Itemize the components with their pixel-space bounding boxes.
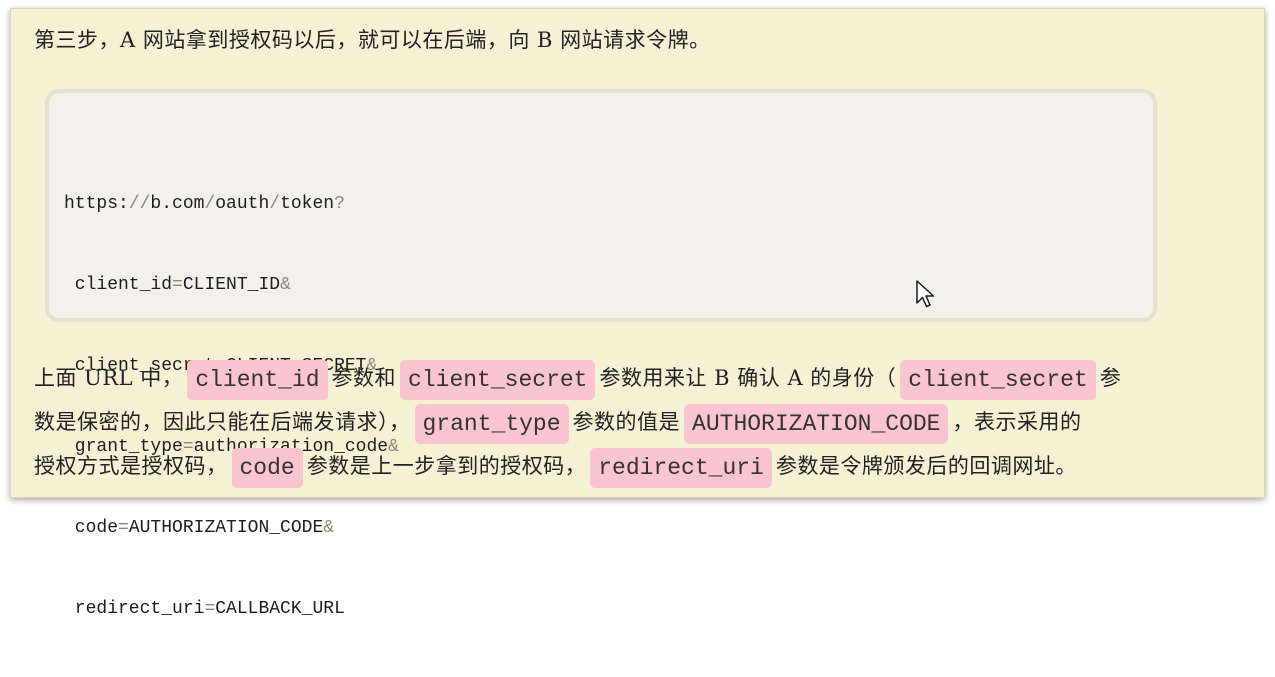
code-punct: = — [172, 275, 183, 295]
text-run: 参数是上一步拿到的授权码， — [306, 454, 587, 478]
code-punct: ? — [334, 194, 345, 214]
code-param-key: code — [64, 518, 119, 538]
explanation-line: 数是保密的，因此只能在后端发请求）， grant_type 参数的值是 AUTHORI… — [34, 400, 1234, 444]
explanation-paragraph: 上面 URL 中， client_id 参数和 client_secret 参数用来让 … — [34, 356, 1234, 488]
code-punct: / — [204, 194, 216, 214]
inline-code-tag: code — [231, 447, 303, 488]
text-run: 参数用来让 B 确认 A 的身份（ — [599, 366, 897, 390]
code-line-url: https://b.com/oauth/token? — [64, 191, 399, 218]
code-token: https: — [64, 194, 129, 214]
code-punct: & — [280, 275, 291, 295]
inline-code-tag: client_secret — [400, 359, 596, 400]
code-param-key: client_id — [64, 275, 173, 295]
inline-code-tag: grant_type — [414, 403, 569, 444]
code-token: b.com — [150, 194, 205, 214]
text-run: 上面 URL 中， — [34, 366, 184, 390]
text-run: 参数是令牌颁发后的回调网址。 — [775, 454, 1077, 478]
inline-code-tag: AUTHORIZATION_CODE — [684, 403, 949, 444]
code-punct: // — [128, 194, 151, 214]
inline-code-tag: client_id — [187, 359, 328, 400]
code-punct: & — [323, 518, 335, 538]
text-run: 参数的值是 — [572, 410, 681, 434]
code-line-code: code=AUTHORIZATION_CODE& — [64, 515, 399, 542]
text-run: ，表示采用的 — [952, 410, 1082, 434]
explanation-line: 上面 URL 中， client_id 参数和 client_secret 参数用来让 … — [34, 356, 1234, 400]
text-run: 数是保密的，因此只能在后端发请求）， — [34, 410, 411, 434]
code-token: token — [280, 194, 335, 214]
mouse-pointer-icon — [916, 280, 935, 308]
code-param-value: CALLBACK_URL — [215, 599, 345, 619]
code-punct: = — [118, 518, 129, 538]
code-line-redirect-uri: redirect_uri=CALLBACK_URL — [64, 596, 399, 623]
code-param-value: CLIENT_ID — [182, 275, 281, 295]
article-frame: 第三步，A 网站拿到授权码以后，就可以在后端，向 B 网站请求令牌。 https… — [10, 8, 1265, 619]
text-run: 授权方式是授权码， — [34, 454, 228, 478]
inline-code-tag: redirect_uri — [590, 447, 772, 488]
text-run: 参 — [1099, 366, 1122, 390]
text-run: 参数和 — [331, 366, 397, 390]
explanation-line: 授权方式是授权码， code 参数是上一步拿到的授权码， redirect_uri 参数… — [34, 444, 1234, 488]
code-punct: = — [204, 599, 216, 619]
code-punct: / — [269, 194, 281, 214]
inline-code-tag: client_secret — [900, 359, 1096, 400]
intro-paragraph: 第三步，A 网站拿到授权码以后，就可以在后端，向 B 网站请求令牌。 — [34, 28, 711, 52]
code-param-key: redirect_uri — [64, 599, 205, 619]
code-param-value: AUTHORIZATION_CODE — [128, 518, 324, 538]
code-block: https://b.com/oauth/token? client_id=CLI… — [45, 89, 1157, 619]
code-token: oauth — [215, 194, 270, 214]
code-line-client-id: client_id=CLIENT_ID& — [64, 272, 399, 299]
